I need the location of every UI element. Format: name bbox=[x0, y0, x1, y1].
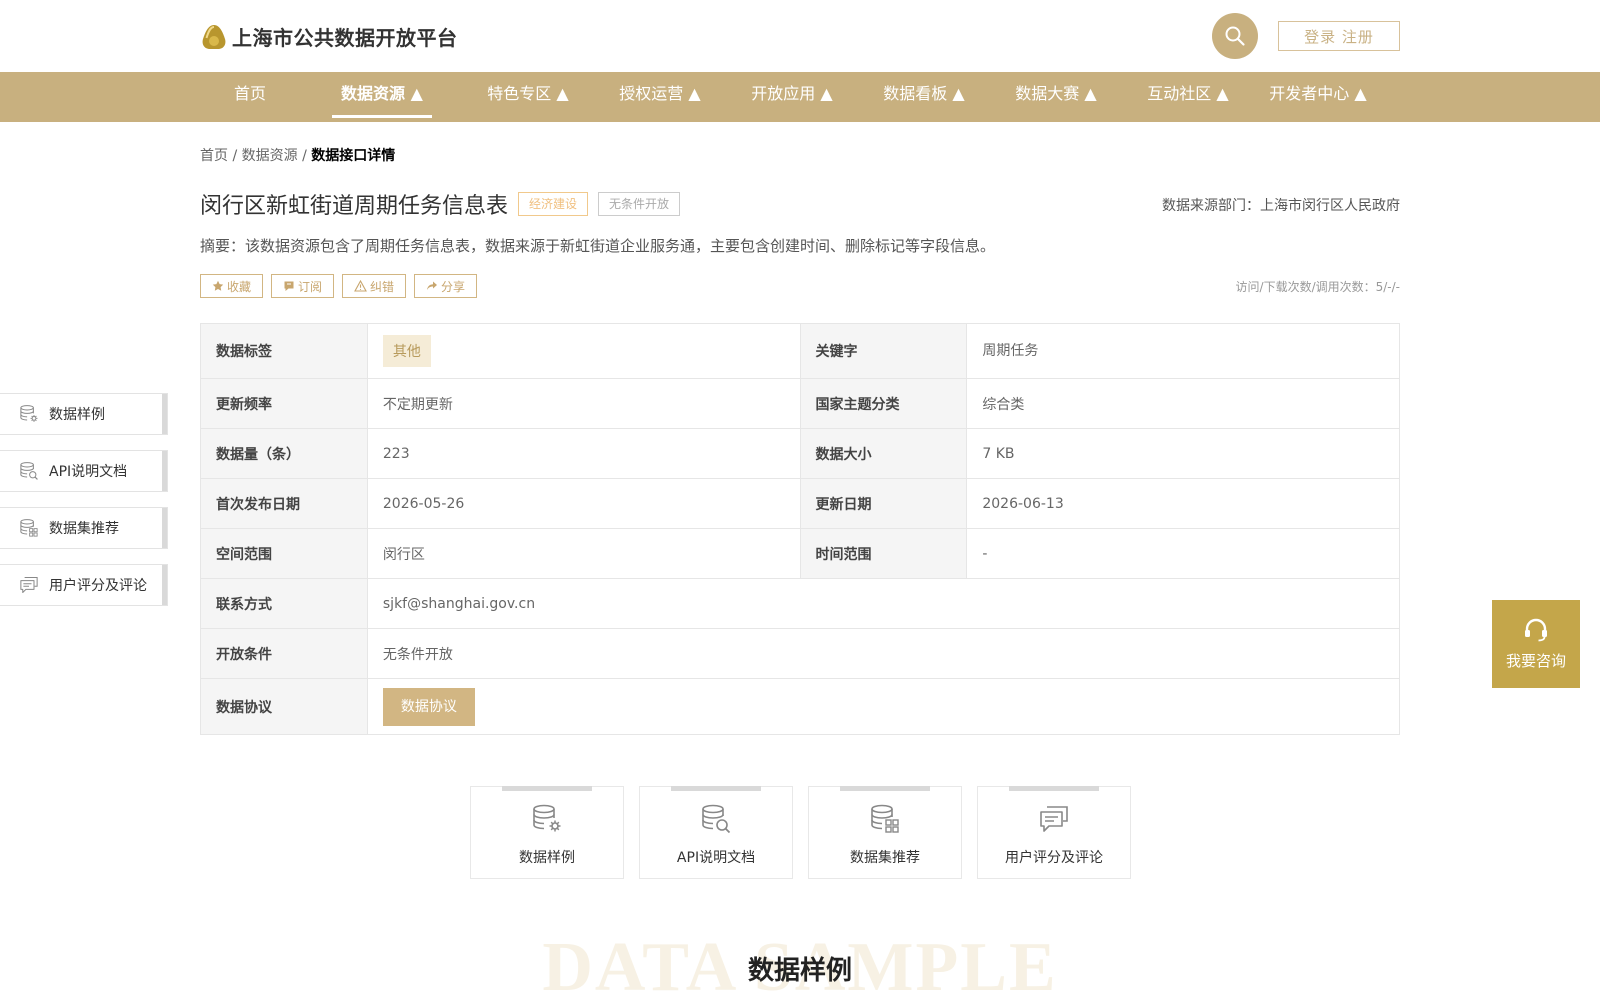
collect-button[interactable]: 收藏 bbox=[200, 274, 264, 298]
database-search-icon bbox=[700, 803, 732, 835]
side-tab-dataset-recommend[interactable]: 数据集推荐 bbox=[0, 507, 168, 549]
open-condition-value: 无条件开放 bbox=[366, 628, 1401, 679]
visit-stats: 访问/下载次数/调用次数：5/-/- bbox=[1235, 280, 1400, 294]
source-department: 数据来源部门：上海市闵行区人民政府 bbox=[1162, 198, 1400, 214]
update-date-label: 更新日期 bbox=[799, 478, 968, 529]
report-error-button[interactable]: 纠错 bbox=[342, 274, 407, 298]
table-row: 联系方式 sjkf@shanghai.gov.cn bbox=[200, 578, 1401, 629]
nav-item-open-apps[interactable]: 开放应用 ▲ bbox=[732, 72, 852, 122]
card-data-sample[interactable]: 数据样例 bbox=[470, 786, 624, 879]
database-grid-icon bbox=[869, 803, 901, 835]
consult-button[interactable]: 我要咨询 bbox=[1492, 600, 1580, 688]
data-protocol-button[interactable]: 数据协议 bbox=[382, 687, 475, 726]
update-date-value: 2026-06-13 bbox=[966, 478, 1400, 529]
theme-value: 综合类 bbox=[966, 378, 1400, 429]
share-icon bbox=[426, 280, 438, 292]
breadcrumb-home[interactable]: 首页 bbox=[200, 148, 228, 164]
time-range-label: 时间范围 bbox=[799, 528, 968, 579]
update-frequency-label: 更新频率 bbox=[200, 378, 368, 429]
table-row: 空间范围 闵行区 时间范围 - bbox=[200, 528, 1400, 579]
summary-text: 摘要：该数据资源包含了周期任务信息表，数据来源于新虹街道企业服务通，主要包含创建… bbox=[200, 237, 996, 255]
database-search-icon bbox=[19, 461, 39, 481]
logo-icon bbox=[200, 23, 228, 51]
tag-chip[interactable]: 其他 bbox=[382, 335, 431, 367]
main-nav: 首页 数据资源 ▲ 特色专区 ▲ 授权运营 ▲ 开放应用 ▲ 数据看板 ▲ 数据… bbox=[0, 72, 1600, 122]
comments-icon bbox=[19, 575, 39, 595]
nav-item-data-resources[interactable]: 数据资源 ▲ bbox=[332, 72, 432, 122]
keyword-value: 周期任务 bbox=[966, 323, 1400, 379]
protocol-label: 数据协议 bbox=[200, 678, 368, 735]
share-button[interactable]: 分享 bbox=[414, 274, 478, 298]
side-tab-data-sample[interactable]: 数据样例 bbox=[0, 393, 168, 435]
nav-item-developer[interactable]: 开发者中心 ▲ bbox=[1258, 72, 1378, 122]
space-range-value: 闵行区 bbox=[366, 528, 801, 579]
card-user-reviews[interactable]: 用户评分及评论 bbox=[977, 786, 1131, 879]
table-row: 开放条件 无条件开放 bbox=[200, 628, 1401, 679]
record-count-value: 223 bbox=[366, 428, 801, 479]
table-row: 数据量（条） 223 数据大小 7 KB bbox=[200, 428, 1400, 479]
database-gear-icon bbox=[19, 404, 39, 424]
side-tab-user-reviews[interactable]: 用户评分及评论 bbox=[0, 564, 168, 606]
card-dataset-recommend[interactable]: 数据集推荐 bbox=[808, 786, 962, 879]
database-grid-icon bbox=[19, 518, 39, 538]
card-api-docs[interactable]: API说明文档 bbox=[639, 786, 793, 879]
table-row: 更新频率 不定期更新 国家主题分类 综合类 bbox=[200, 378, 1400, 429]
nav-item-dashboard[interactable]: 数据看板 ▲ bbox=[864, 72, 984, 122]
nav-item-special-zones[interactable]: 特色专区 ▲ bbox=[468, 72, 588, 122]
title-row: 闵行区新虹街道周期任务信息表 经济建设 无条件开放 bbox=[200, 188, 681, 220]
site-logo[interactable]: 上海市公共数据开放平台 bbox=[200, 22, 458, 51]
table-row: 数据标签 其他 关键字 周期任务 bbox=[200, 323, 1400, 379]
site-title: 上海市公共数据开放平台 bbox=[232, 26, 458, 50]
headset-icon bbox=[1523, 618, 1549, 642]
table-row: 数据协议 数据协议 bbox=[200, 678, 1401, 735]
update-frequency-value: 不定期更新 bbox=[366, 378, 801, 429]
star-icon bbox=[212, 280, 224, 292]
open-type-tag: 无条件开放 bbox=[598, 192, 681, 216]
category-tag: 经济建设 bbox=[518, 192, 589, 216]
site-header: 上海市公共数据开放平台 登录 注册 bbox=[0, 0, 1600, 72]
first-publish-label: 首次发布日期 bbox=[200, 478, 368, 529]
keyword-label: 关键字 bbox=[799, 323, 968, 379]
breadcrumb-current: 数据接口详情 bbox=[311, 148, 396, 164]
theme-label: 国家主题分类 bbox=[799, 378, 968, 429]
open-condition-label: 开放条件 bbox=[200, 628, 368, 679]
info-table: 数据标签 其他 关键字 周期任务 更新频率 不定期更新 国家主题分类 综合类 数… bbox=[200, 323, 1401, 735]
side-tab-api-docs[interactable]: API说明文档 bbox=[0, 450, 168, 492]
table-row: 首次发布日期 2026-05-26 更新日期 2026-06-13 bbox=[200, 478, 1400, 529]
action-bar: 收藏 订阅 纠错 分享 bbox=[200, 274, 485, 298]
search-button[interactable] bbox=[1212, 13, 1258, 59]
data-size-value: 7 KB bbox=[966, 428, 1400, 479]
data-tag-label: 数据标签 bbox=[200, 323, 368, 379]
protocol-cell: 数据协议 bbox=[366, 678, 1401, 735]
bookmark-icon bbox=[283, 280, 295, 292]
search-icon bbox=[1224, 25, 1246, 47]
warning-icon bbox=[354, 280, 367, 292]
subscribe-button[interactable]: 订阅 bbox=[271, 274, 335, 298]
comments-icon bbox=[1038, 803, 1070, 835]
breadcrumb-resources[interactable]: 数据资源 bbox=[242, 148, 298, 164]
nav-item-home[interactable]: 首页 bbox=[222, 72, 278, 122]
nav-item-community[interactable]: 互动社区 ▲ bbox=[1128, 72, 1248, 122]
data-tag-value: 其他 bbox=[366, 323, 801, 379]
contact-value[interactable]: sjkf@shanghai.gov.cn bbox=[366, 578, 1401, 629]
contact-label: 联系方式 bbox=[200, 578, 368, 629]
first-publish-value: 2026-05-26 bbox=[366, 478, 801, 529]
nav-item-competition[interactable]: 数据大赛 ▲ bbox=[996, 72, 1116, 122]
record-count-label: 数据量（条） bbox=[200, 428, 368, 479]
data-size-label: 数据大小 bbox=[799, 428, 968, 479]
breadcrumb: 首页 / 数据资源 / 数据接口详情 bbox=[200, 148, 396, 164]
database-gear-icon bbox=[531, 803, 563, 835]
space-range-label: 空间范围 bbox=[200, 528, 368, 579]
nav-item-authorized-operation[interactable]: 授权运营 ▲ bbox=[600, 72, 720, 122]
section-title: 数据样例 bbox=[747, 956, 852, 986]
time-range-value: - bbox=[966, 528, 1400, 579]
page-title: 闵行区新虹街道周期任务信息表 bbox=[200, 194, 509, 219]
login-register-button[interactable]: 登录 注册 bbox=[1278, 21, 1400, 51]
